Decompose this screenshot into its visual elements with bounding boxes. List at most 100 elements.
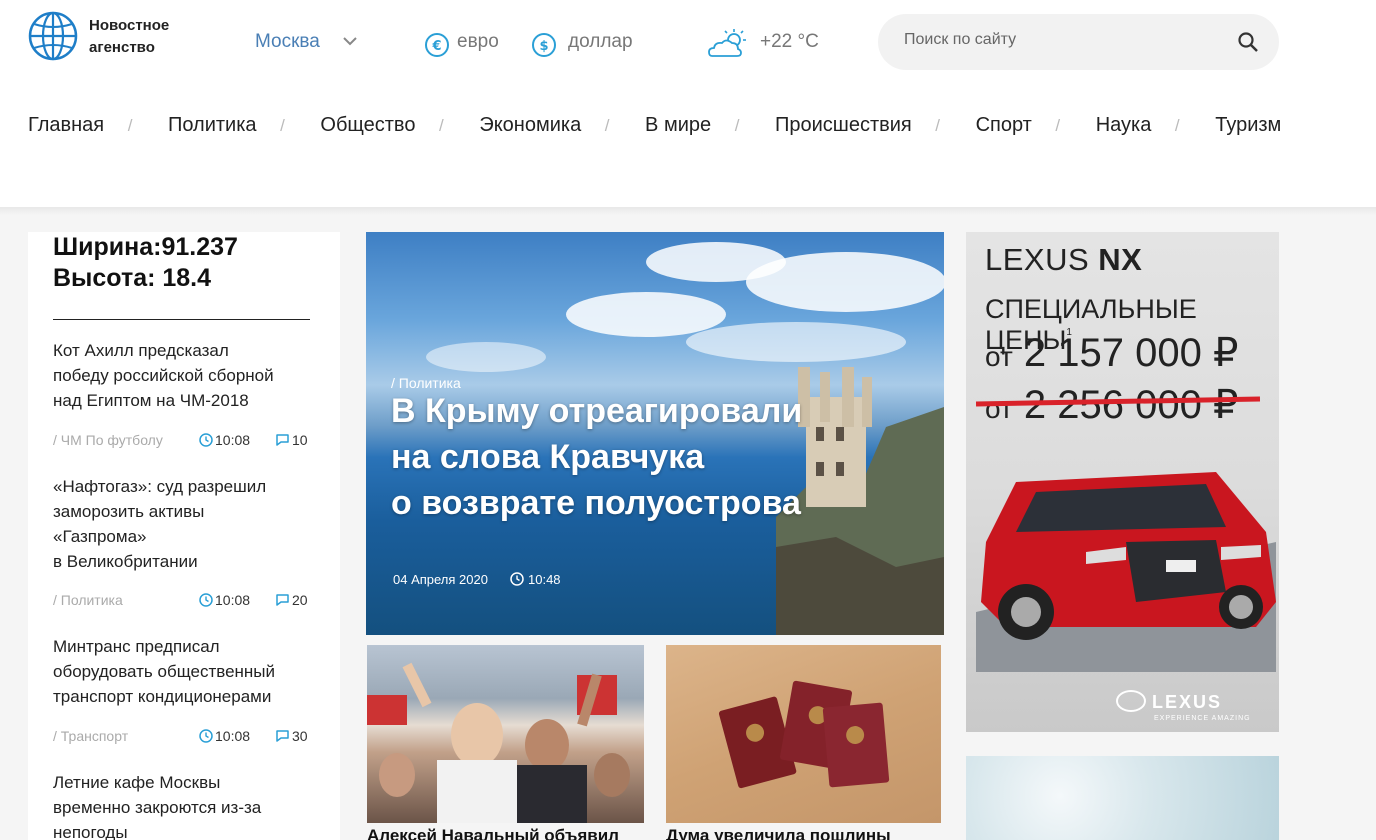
nav-separator: / [1174,116,1180,135]
comment-icon [276,434,289,446]
logo-text-line1: Новостное [89,17,170,34]
chevron-down-icon[interactable] [342,34,358,48]
feature-title[interactable]: В Крыму отреагировали на слова Кравчука … [391,388,861,526]
main-nav: Главная / Политика / Общество / Экономик… [28,114,1281,140]
news-time: 10:08 [199,728,250,744]
search-icon[interactable] [1237,31,1259,53]
nav-separator: / [734,116,740,135]
ad-price-value: 2 157 000 ₽ [1023,331,1239,375]
news-title[interactable]: Летние кафе Москвы временно закроются из… [53,770,313,840]
svg-text:$: $ [539,39,548,54]
nav-item-main[interactable]: Главная [28,114,104,137]
card-title[interactable]: Дума увеличила пошлины [666,826,941,840]
news-title[interactable]: Кот Ахилл предсказал победу российской с… [53,338,313,413]
dims-width: Ширина:91.237 [53,233,238,261]
news-title[interactable]: Минтранс предписал оборудовать обществен… [53,634,313,709]
ad-logo: LEXUS [1152,692,1223,712]
dollar-icon: $ [532,33,556,57]
news-meta: / Политика 10:08 20 [53,592,313,610]
nav-item-world[interactable]: В мире [645,114,711,137]
news-title-line[interactable]: Кот Ахилл предсказал [53,338,313,363]
feature-date: 04 Апреля 2020 [393,572,488,587]
news-title-line[interactable]: заморозить активы [53,499,313,524]
protest-photo [367,662,630,823]
ad-price: от 2 157 000 ₽ [985,330,1238,376]
news-category[interactable]: / Транспорт [53,728,128,744]
news-comments[interactable]: 10 [275,432,308,448]
euro-icon: € [425,33,449,57]
nav-item-incidents[interactable]: Происшествия [775,114,912,137]
lexus-ad-banner[interactable]: LEXUS NX СПЕЦИАЛЬНЫЕ ЦЕНЫ1 от 2 157 000 … [966,232,1279,732]
nav-separator: / [935,116,941,135]
site-logo[interactable]: Новостное агенство [28,10,198,66]
news-title-line[interactable]: транспорт кондиционерами [53,684,313,709]
card-image-passports[interactable] [666,645,941,823]
news-title[interactable]: «Нафтогаз»: суд разрешил заморозить акти… [53,474,313,574]
ad-tagline: EXPERIENCE AMAZING [1154,715,1251,722]
feature-time-value: 10:48 [528,572,561,587]
currency-dollar[interactable]: доллар [568,31,633,53]
logo-text: Новостное агенство [89,15,169,59]
featured-story[interactable]: / Политика В Крыму отреагировали на слов… [366,232,944,635]
news-title-line[interactable]: победу российской сборной [53,363,313,388]
cloud-sun-icon [708,29,746,57]
ad-brand-name: LEXUS [985,242,1090,277]
news-title-line[interactable]: непогоды [53,820,313,840]
news-title-line[interactable]: «Нафтогаз»: суд разрешил [53,474,313,499]
news-time: 10:08 [199,432,250,448]
divider [53,319,310,320]
currency-euro[interactable]: евро [457,31,499,53]
nav-separator: / [439,116,444,135]
news-item[interactable]: Кот Ахилл предсказал победу российской с… [53,338,313,413]
nav-item-tourism[interactable]: Туризм [1215,114,1281,137]
news-meta: / ЧМ По футболу 10:08 10 [53,432,313,450]
news-category[interactable]: / Политика [53,592,123,608]
nav-separator: / [127,116,133,135]
feature-title-line[interactable]: В Крыму отреагировали [391,388,861,434]
news-time: 10:08 [199,592,250,608]
feature-title-line[interactable]: на слова Кравчука [391,434,861,480]
dims-height: Высота: 18.4 [53,264,212,292]
news-item[interactable]: Минтранс предписал оборудовать обществен… [53,634,313,709]
news-comments[interactable]: 20 [275,592,308,608]
comment-icon [276,730,289,742]
photo-cloud [686,322,906,362]
comment-icon [276,594,289,606]
nav-item-science[interactable]: Наука [1096,114,1152,137]
news-title-line[interactable]: Минтранс предписал [53,634,313,659]
news-title-line[interactable]: над Египтом на ЧМ-2018 [53,388,313,413]
news-title-line[interactable]: оборудовать общественный [53,659,313,684]
nav-item-economy[interactable]: Экономика [479,114,581,137]
ad-brand: LEXUS NX [985,242,1142,278]
feature-title-line[interactable]: о возврате полуострова [391,480,861,526]
header-shadow [0,207,1376,215]
news-comments[interactable]: 30 [275,728,308,744]
photo-cloud [746,252,944,312]
ad-banner-secondary[interactable] [966,756,1279,840]
photo-cloud [426,342,546,372]
city-selector[interactable]: Москва [255,31,320,53]
site-header: Новостное агенство Москва € евро $ долла… [0,0,1376,207]
nav-separator: / [280,116,285,135]
nav-item-society[interactable]: Общество [320,114,415,137]
card-title[interactable]: Алексей Навальный объявил [367,826,644,840]
news-category[interactable]: / ЧМ По футболу [53,432,163,448]
nav-item-politics[interactable]: Политика [168,114,257,137]
passports-photo [718,680,890,789]
news-time-value: 10:08 [215,592,251,608]
clock-icon [199,729,213,743]
news-comments-count: 30 [292,728,308,744]
news-title-line[interactable]: в Великобритании [53,549,313,574]
news-item[interactable]: Летние кафе Москвы временно закроются из… [53,770,313,840]
nav-item-sport[interactable]: Спорт [976,114,1032,137]
news-comments-count: 10 [292,432,308,448]
news-title-line[interactable]: «Газпрома» [53,524,313,549]
clock-icon [199,433,213,447]
news-item[interactable]: «Нафтогаз»: суд разрешил заморозить акти… [53,474,313,574]
news-title-line[interactable]: временно закроются из-за [53,795,313,820]
news-title-line[interactable]: Летние кафе Москвы [53,770,313,795]
news-comments-count: 20 [292,592,308,608]
card-image-protest[interactable] [367,645,644,823]
search-input[interactable] [904,31,1224,49]
ad-model: NX [1098,242,1143,277]
